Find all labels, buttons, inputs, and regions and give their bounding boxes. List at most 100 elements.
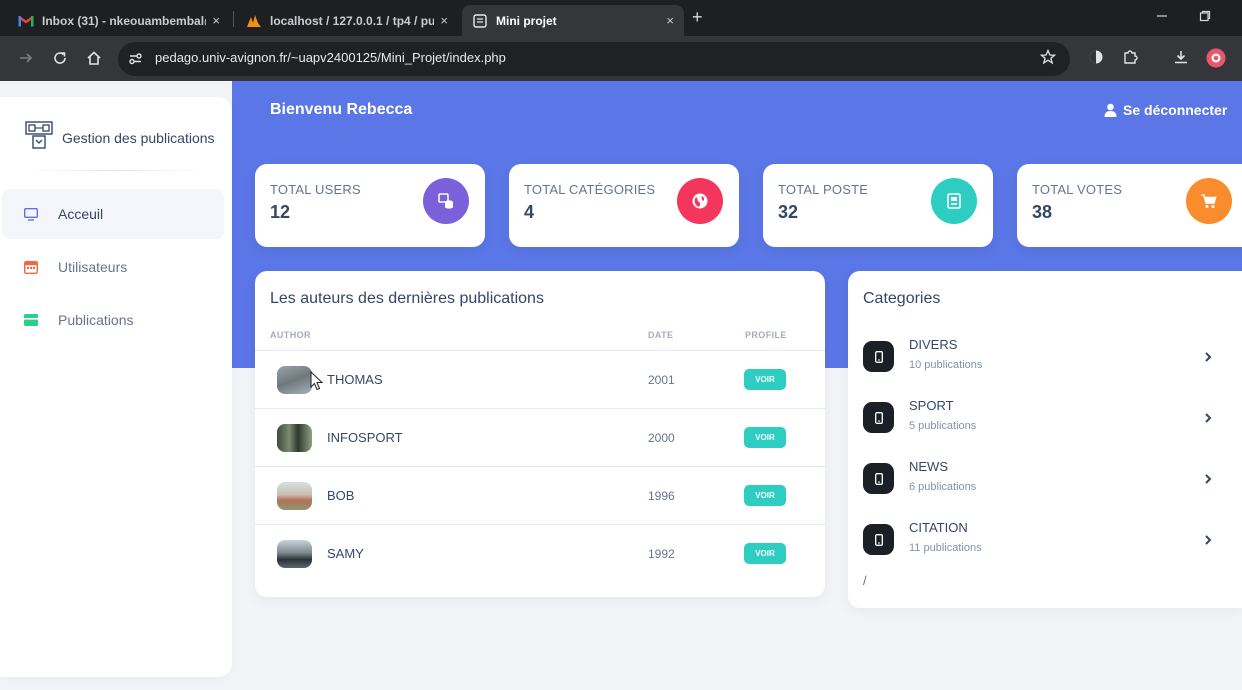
cart-icon bbox=[1186, 178, 1232, 224]
avatar bbox=[277, 482, 312, 510]
extensions-puzzle-icon[interactable] bbox=[1122, 49, 1138, 69]
category-count: 10 publications bbox=[909, 359, 983, 371]
voir-button[interactable]: VOIR bbox=[744, 427, 786, 448]
sidebar: Gestion des publications Acceuil Utilisa… bbox=[0, 97, 232, 677]
panel-title: Les auteurs des dernières publications bbox=[270, 290, 544, 307]
stat-label: TOTAL CATÉGORIES bbox=[524, 182, 656, 197]
close-tab-icon[interactable]: × bbox=[440, 13, 448, 28]
category-item[interactable]: NEWS 6 publications bbox=[863, 459, 1213, 509]
author-name: INFOSPORT bbox=[327, 430, 403, 445]
stat-label: TOTAL VOTES bbox=[1032, 182, 1123, 197]
category-count: 11 publications bbox=[909, 542, 982, 554]
document-icon bbox=[931, 178, 977, 224]
restore-icon[interactable] bbox=[1199, 9, 1211, 25]
calendar-icon bbox=[24, 260, 38, 274]
chevron-right-icon[interactable] bbox=[1204, 471, 1212, 489]
database-icon bbox=[423, 178, 469, 224]
table-row: BOB 1996 VOIR bbox=[255, 466, 825, 524]
mobile-icon bbox=[863, 463, 894, 494]
tab-phpmyadmin[interactable]: localhost / 127.0.0.1 / tp4 / pub × bbox=[236, 5, 458, 36]
category-name: DIVERS bbox=[909, 337, 958, 352]
profile-avatar-icon[interactable] bbox=[1206, 48, 1226, 72]
stat-card-posts: TOTAL POSTE 32 bbox=[763, 164, 993, 247]
bookmark-star-icon[interactable] bbox=[1039, 48, 1057, 69]
page-icon bbox=[472, 13, 488, 29]
logout-link[interactable]: Se déconnecter bbox=[1104, 102, 1227, 118]
author-date: 1992 bbox=[648, 547, 675, 561]
category-item[interactable]: CITATION 11 publications bbox=[863, 520, 1213, 570]
stat-value: 4 bbox=[524, 202, 535, 222]
author-date: 2001 bbox=[648, 373, 675, 387]
category-count: 5 publications bbox=[909, 420, 977, 432]
new-tab-button[interactable]: + bbox=[692, 7, 703, 28]
brand[interactable]: Gestion des publications bbox=[25, 121, 215, 154]
category-name: CITATION bbox=[909, 520, 968, 535]
world-icon bbox=[677, 178, 723, 224]
avatar bbox=[277, 366, 312, 394]
stat-label: TOTAL POSTE bbox=[778, 182, 869, 197]
chevron-right-icon[interactable] bbox=[1204, 410, 1212, 428]
author-name: SAMY bbox=[327, 546, 364, 561]
category-name: SPORT bbox=[909, 398, 954, 413]
chevron-right-icon[interactable] bbox=[1204, 349, 1212, 367]
tab-mini-projet[interactable]: Mini projet × bbox=[462, 5, 684, 36]
extension-circle-icon[interactable] bbox=[1088, 49, 1104, 69]
mobile-icon bbox=[863, 341, 894, 372]
avatar bbox=[277, 540, 312, 568]
welcome-title: Bienvenu Rebecca bbox=[270, 101, 413, 118]
tab-gmail[interactable]: Inbox (31) - nkeouambembal@ × bbox=[8, 5, 230, 36]
user-icon bbox=[1104, 103, 1117, 117]
column-header-profile: PROFILE bbox=[745, 330, 787, 340]
brand-title: Gestion des publications bbox=[62, 129, 215, 146]
author-date: 1996 bbox=[648, 489, 675, 503]
forward-icon[interactable] bbox=[18, 50, 34, 72]
avatar bbox=[277, 424, 312, 452]
stat-value: 32 bbox=[778, 202, 799, 222]
column-header-author: AUTHOR bbox=[270, 330, 311, 340]
stat-label: TOTAL USERS bbox=[270, 182, 361, 197]
close-tab-icon[interactable]: × bbox=[212, 13, 220, 28]
close-tab-icon[interactable]: × bbox=[666, 13, 674, 28]
browser-tab-bar: Inbox (31) - nkeouambembal@ × localhost … bbox=[0, 0, 1242, 36]
tab-title: Inbox (31) - nkeouambembal@ bbox=[42, 13, 207, 28]
voir-button[interactable]: VOIR bbox=[744, 369, 786, 390]
card-icon bbox=[24, 313, 38, 327]
logout-label: Se déconnecter bbox=[1123, 102, 1228, 118]
reload-icon[interactable] bbox=[52, 50, 68, 72]
mobile-icon bbox=[863, 524, 894, 555]
category-item[interactable]: SPORT 5 publications bbox=[863, 398, 1213, 448]
stat-card-votes: TOTAL VOTES 38 bbox=[1017, 164, 1242, 247]
minimize-icon[interactable] bbox=[1156, 9, 1168, 25]
sidebar-item-label: Publications bbox=[58, 312, 134, 328]
table-row: THOMAS 2001 VOIR bbox=[255, 350, 825, 408]
home-icon[interactable] bbox=[86, 50, 102, 72]
phpmyadmin-icon bbox=[246, 13, 262, 29]
stat-card-categories: TOTAL CATÉGORIES 4 bbox=[509, 164, 739, 247]
category-item[interactable]: DIVERS 10 publications bbox=[863, 337, 1213, 387]
table-row: SAMY 1992 VOIR bbox=[255, 524, 825, 582]
categories-footer: / bbox=[863, 573, 867, 588]
sidebar-item-utilisateurs[interactable]: Utilisateurs bbox=[2, 242, 224, 292]
stat-value: 38 bbox=[1032, 202, 1053, 222]
gmail-icon bbox=[18, 13, 34, 29]
author-name: THOMAS bbox=[327, 372, 383, 387]
stat-value: 12 bbox=[270, 202, 291, 222]
sidebar-item-label: Utilisateurs bbox=[58, 259, 128, 275]
site-settings-icon[interactable] bbox=[128, 51, 143, 70]
sitemap-icon bbox=[25, 121, 53, 154]
sidebar-item-publications[interactable]: Publications bbox=[2, 295, 224, 345]
voir-button[interactable]: VOIR bbox=[744, 485, 786, 506]
column-header-date: DATE bbox=[648, 330, 674, 340]
panel-title: Categories bbox=[863, 290, 941, 307]
download-icon[interactable] bbox=[1173, 49, 1189, 69]
tab-title: localhost / 127.0.0.1 / tp4 / pub bbox=[270, 13, 435, 28]
authors-panel: Les auteurs des dernières publications A… bbox=[255, 271, 825, 597]
stat-card-users: TOTAL USERS 12 bbox=[255, 164, 485, 247]
chevron-right-icon[interactable] bbox=[1204, 532, 1212, 550]
sidebar-item-acceuil[interactable]: Acceuil bbox=[2, 189, 224, 239]
cursor-icon bbox=[310, 370, 324, 396]
categories-panel: Categories DIVERS 10 publications SPORT … bbox=[848, 271, 1242, 608]
author-name: BOB bbox=[327, 488, 355, 503]
url-text[interactable]: pedago.univ-avignon.fr/~uapv2400125/Mini… bbox=[155, 50, 506, 65]
voir-button[interactable]: VOIR bbox=[744, 543, 786, 564]
